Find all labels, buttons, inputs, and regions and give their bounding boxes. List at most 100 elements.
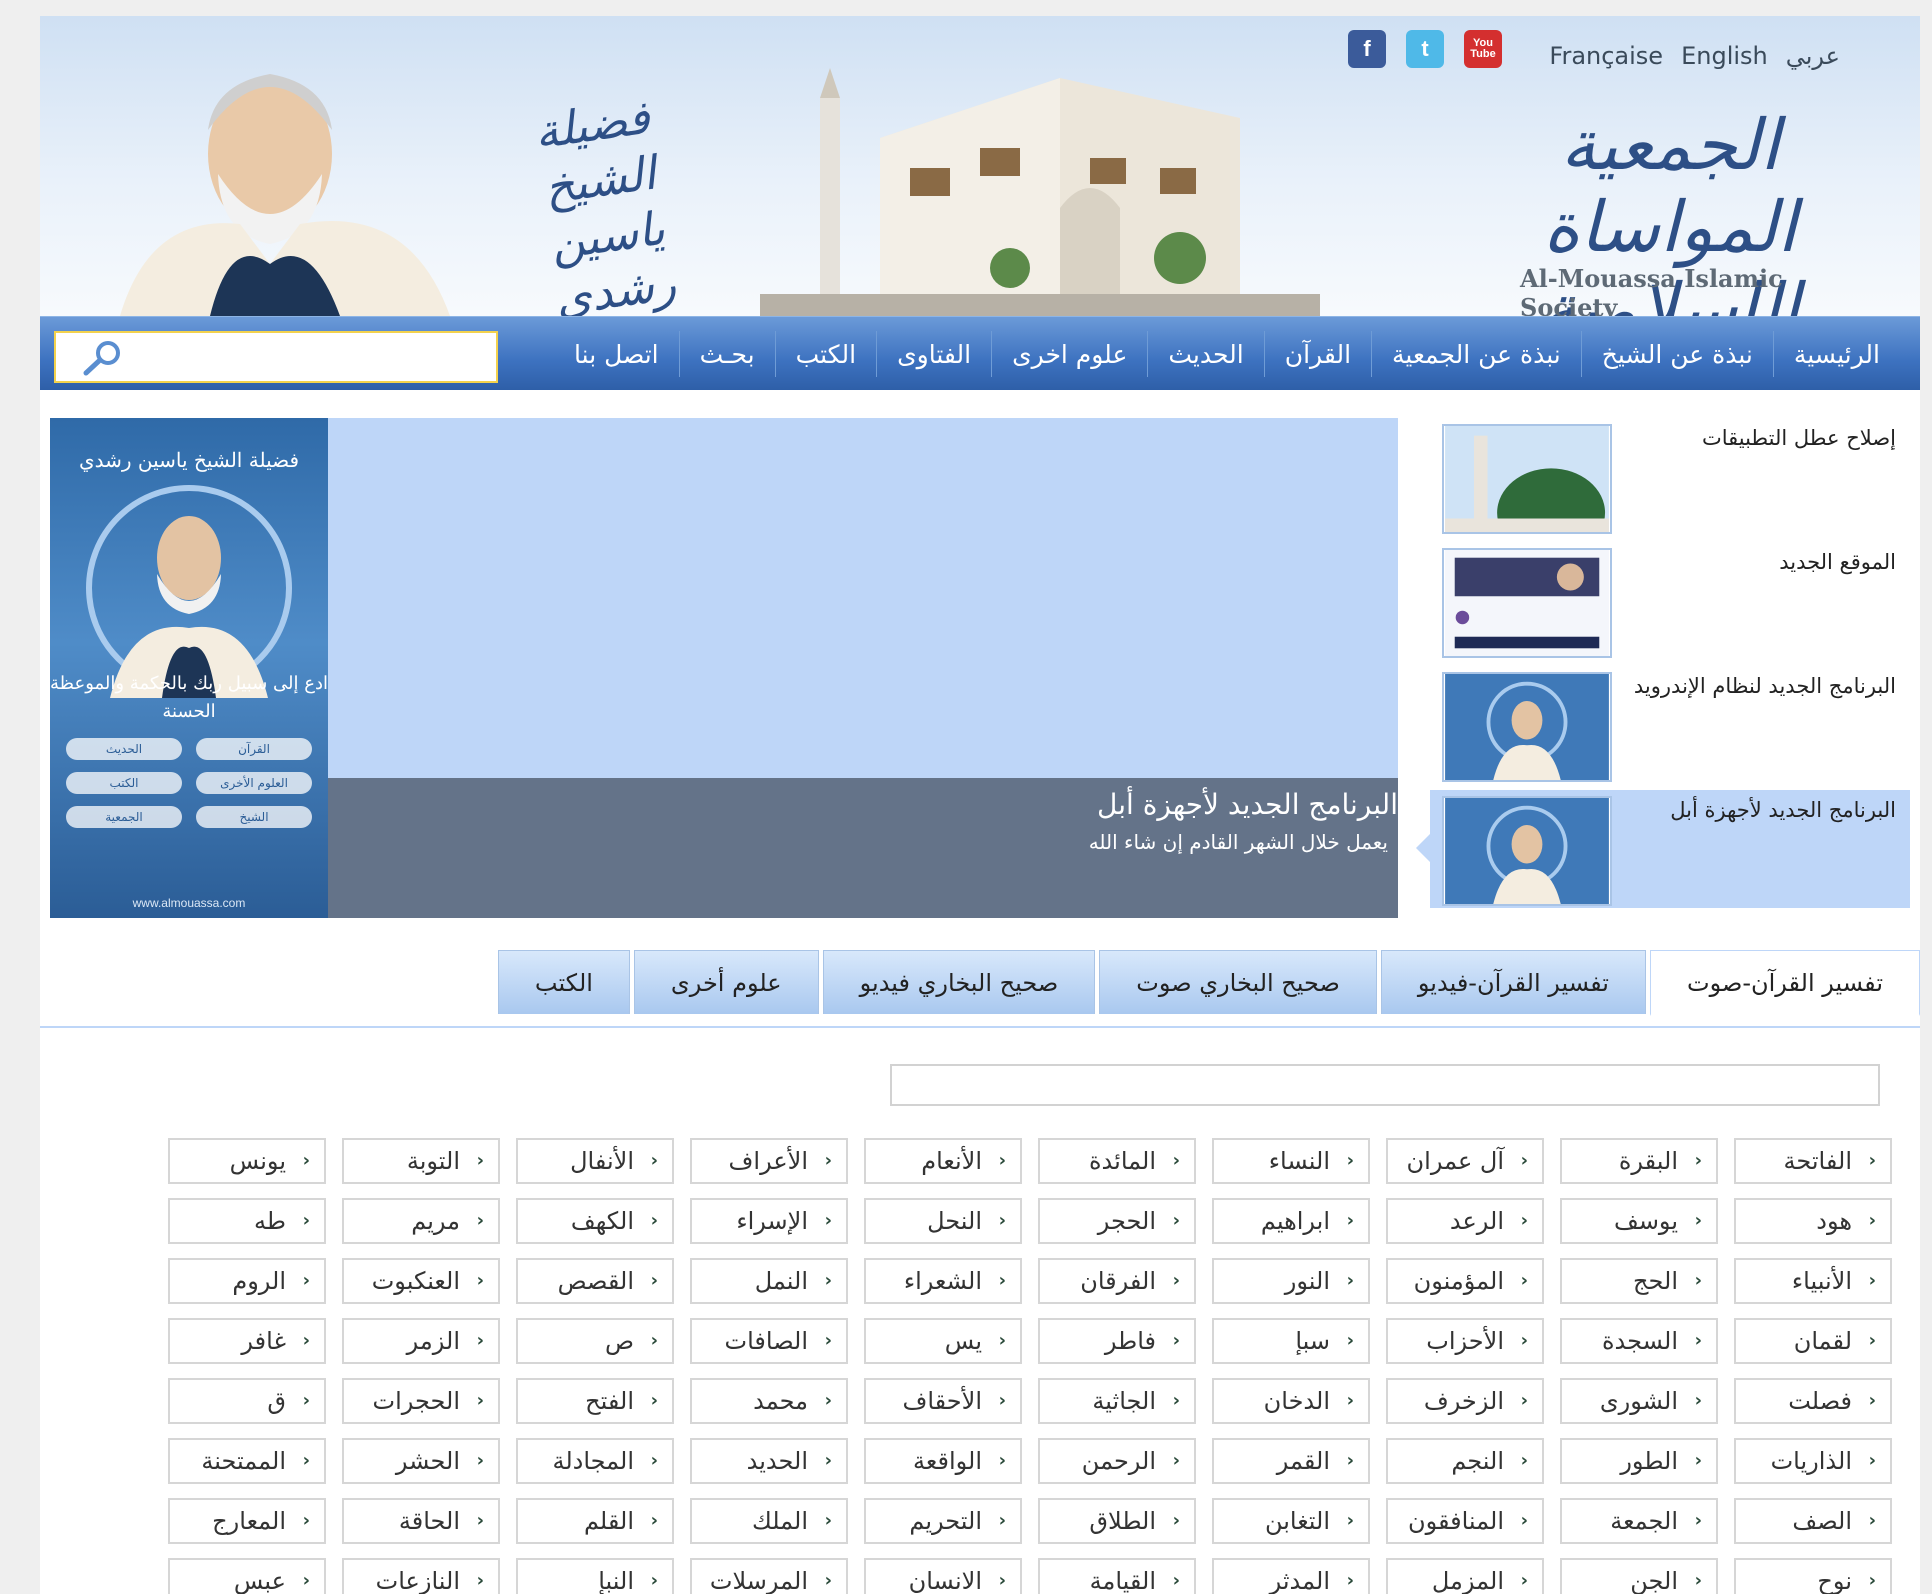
surah-item[interactable]: ‹ القيامة <box>1038 1558 1196 1594</box>
surah-item[interactable]: ‹ المرسلات <box>690 1558 848 1594</box>
surah-item[interactable]: ‹ الحجر <box>1038 1198 1196 1244</box>
slide-caption-title[interactable]: البرنامج الجديد لأجهزة أبل <box>1097 788 1398 821</box>
surah-item[interactable]: ‹ مريم <box>342 1198 500 1244</box>
surah-item[interactable]: ‹ النجم <box>1386 1438 1544 1484</box>
lang-french[interactable]: Française <box>1549 42 1663 70</box>
surah-item[interactable]: ‹ لقمان <box>1734 1318 1892 1364</box>
surah-item[interactable]: ‹ الملك <box>690 1498 848 1544</box>
nav-item-other-sciences[interactable]: علوم اخرى <box>991 331 1147 377</box>
surah-item[interactable]: ‹ ص <box>516 1318 674 1364</box>
surah-item[interactable]: ‹ الجن <box>1560 1558 1718 1594</box>
surah-item[interactable]: ‹ المعارج <box>168 1498 326 1544</box>
surah-item[interactable]: ‹ القلم <box>516 1498 674 1544</box>
surah-item[interactable]: ‹ نوح <box>1734 1558 1892 1594</box>
tab-bukhari-audio[interactable]: صحيح البخاري صوت <box>1099 950 1377 1014</box>
nav-item-search[interactable]: بحـث <box>678 331 775 377</box>
surah-item[interactable]: ‹ الشورى <box>1560 1378 1718 1424</box>
society-logo[interactable]: الجمعية المواساة الإسلامية Al-Mouassa Is… <box>1480 76 1860 316</box>
surah-item[interactable]: ‹ التغابن <box>1212 1498 1370 1544</box>
surah-item[interactable]: ‹ عبس <box>168 1558 326 1594</box>
surah-item[interactable]: ‹ يس <box>864 1318 1022 1364</box>
surah-item[interactable]: ‹ التحريم <box>864 1498 1022 1544</box>
surah-item[interactable]: ‹ القمر <box>1212 1438 1370 1484</box>
surah-item[interactable]: ‹ غافر <box>168 1318 326 1364</box>
nav-item-contact[interactable]: اتصل بنا <box>554 331 679 377</box>
surah-item[interactable]: ‹ الجاثية <box>1038 1378 1196 1424</box>
youtube-icon[interactable]: You Tube <box>1464 30 1502 68</box>
surah-item[interactable]: ‹ الممتحنة <box>168 1438 326 1484</box>
surah-item[interactable]: ‹ القصص <box>516 1258 674 1304</box>
nav-item-hadith[interactable]: الحديث <box>1147 331 1263 377</box>
surah-item[interactable]: ‹ الرحمن <box>1038 1438 1196 1484</box>
surah-item[interactable]: ‹ الصف <box>1734 1498 1892 1544</box>
tab-books[interactable]: الكتب <box>497 950 630 1014</box>
surah-item[interactable]: ‹ الرعد <box>1386 1198 1544 1244</box>
surah-item[interactable]: ‹ المنافقون <box>1386 1498 1544 1544</box>
surah-item[interactable]: ‹ الفرقان <box>1038 1258 1196 1304</box>
surah-item[interactable]: ‹ طه <box>168 1198 326 1244</box>
surah-item[interactable]: ‹ الزمر <box>342 1318 500 1364</box>
surah-item[interactable]: ‹ الحشر <box>342 1438 500 1484</box>
surah-item[interactable]: ‹ يونس <box>168 1138 326 1184</box>
nav-item-about-sheikh[interactable]: نبذة عن الشيخ <box>1580 331 1773 377</box>
surah-item[interactable]: ‹ النور <box>1212 1258 1370 1304</box>
surah-item[interactable]: ‹ الأنفال <box>516 1138 674 1184</box>
slide-main[interactable]: فضيلة الشيخ ياسين رشدي ادع إلى سبيل ربك … <box>50 418 1398 918</box>
surah-item[interactable]: ‹ الحديد <box>690 1438 848 1484</box>
surah-item[interactable]: ‹ يوسف <box>1560 1198 1718 1244</box>
surah-item[interactable]: ‹ التوبة <box>342 1138 500 1184</box>
surah-item[interactable]: ‹ الفاتحة <box>1734 1138 1892 1184</box>
surah-item[interactable]: ‹ فاطر <box>1038 1318 1196 1364</box>
surah-item[interactable]: ‹ الروم <box>168 1258 326 1304</box>
surah-item[interactable]: ‹ ق <box>168 1378 326 1424</box>
surah-item[interactable]: ‹ النحل <box>864 1198 1022 1244</box>
surah-item[interactable]: ‹ الانسان <box>864 1558 1022 1594</box>
surah-item[interactable]: ‹ الحجرات <box>342 1378 500 1424</box>
surah-item[interactable]: ‹ الفتح <box>516 1378 674 1424</box>
surah-item[interactable]: ‹ الطور <box>1560 1438 1718 1484</box>
surah-item[interactable]: ‹ الأعراف <box>690 1138 848 1184</box>
surah-item[interactable]: ‹ العنكبوت <box>342 1258 500 1304</box>
surah-item[interactable]: ‹ الواقعة <box>864 1438 1022 1484</box>
tab-quran-tafsir-audio[interactable]: تفسير القرآن-صوت <box>1649 950 1920 1016</box>
surah-item[interactable]: ‹ الشعراء <box>864 1258 1022 1304</box>
surah-item[interactable]: ‹ هود <box>1734 1198 1892 1244</box>
lang-english[interactable]: English <box>1681 42 1768 70</box>
nav-item-about-society[interactable]: نبذة عن الجمعية <box>1371 331 1581 377</box>
search-input[interactable] <box>54 331 498 383</box>
surah-item[interactable]: ‹ ابراهيم <box>1212 1198 1370 1244</box>
nav-item-quran[interactable]: القرآن <box>1263 331 1371 377</box>
surah-item[interactable]: ‹ الصافات <box>690 1318 848 1364</box>
surah-item[interactable]: ‹ الأحزاب <box>1386 1318 1544 1364</box>
surah-item[interactable]: ‹ الجمعة <box>1560 1498 1718 1544</box>
surah-item[interactable]: ‹ سبإ <box>1212 1318 1370 1364</box>
surah-item[interactable]: ‹ النمل <box>690 1258 848 1304</box>
surah-item[interactable]: ‹ الحاقة <box>342 1498 500 1544</box>
thumb-item[interactable]: إصلاح عطل التطبيقات <box>1430 418 1910 536</box>
surah-item[interactable]: ‹ الطلاق <box>1038 1498 1196 1544</box>
tab-other-sciences[interactable]: علوم أخرى <box>633 950 819 1014</box>
surah-item[interactable]: ‹ الحج <box>1560 1258 1718 1304</box>
surah-item[interactable]: ‹ المدثر <box>1212 1558 1370 1594</box>
surah-item[interactable]: ‹ البقرة <box>1560 1138 1718 1184</box>
thumb-item-active[interactable]: البرنامج الجديد لأجهزة أبل <box>1416 790 1910 908</box>
nav-item-books[interactable]: الكتب <box>774 331 876 377</box>
surah-item[interactable]: ‹ الإسراء <box>690 1198 848 1244</box>
surah-item[interactable]: ‹ المؤمنون <box>1386 1258 1544 1304</box>
thumb-item[interactable]: البرنامج الجديد لنظام الإندرويد <box>1430 666 1910 784</box>
lang-arabic[interactable]: عربي <box>1786 42 1840 70</box>
nav-item-fatwas[interactable]: الفتاوى <box>876 331 991 377</box>
twitter-icon[interactable]: t <box>1406 30 1444 68</box>
surah-item[interactable]: ‹ الكهف <box>516 1198 674 1244</box>
surah-item[interactable]: ‹ محمد <box>690 1378 848 1424</box>
surah-item[interactable]: ‹ فصلت <box>1734 1378 1892 1424</box>
surah-item[interactable]: ‹ الزخرف <box>1386 1378 1544 1424</box>
surah-item[interactable]: ‹ الدخان <box>1212 1378 1370 1424</box>
nav-item-home[interactable]: الرئيسية <box>1772 331 1900 377</box>
surah-item[interactable]: ‹ المائدة <box>1038 1138 1196 1184</box>
surah-item[interactable]: ‹ المجادلة <box>516 1438 674 1484</box>
surah-item[interactable]: ‹ الأنعام <box>864 1138 1022 1184</box>
surah-item[interactable]: ‹ النازعات <box>342 1558 500 1594</box>
surah-item[interactable]: ‹ الأنبياء <box>1734 1258 1892 1304</box>
surah-item[interactable]: ‹ المزمل <box>1386 1558 1544 1594</box>
